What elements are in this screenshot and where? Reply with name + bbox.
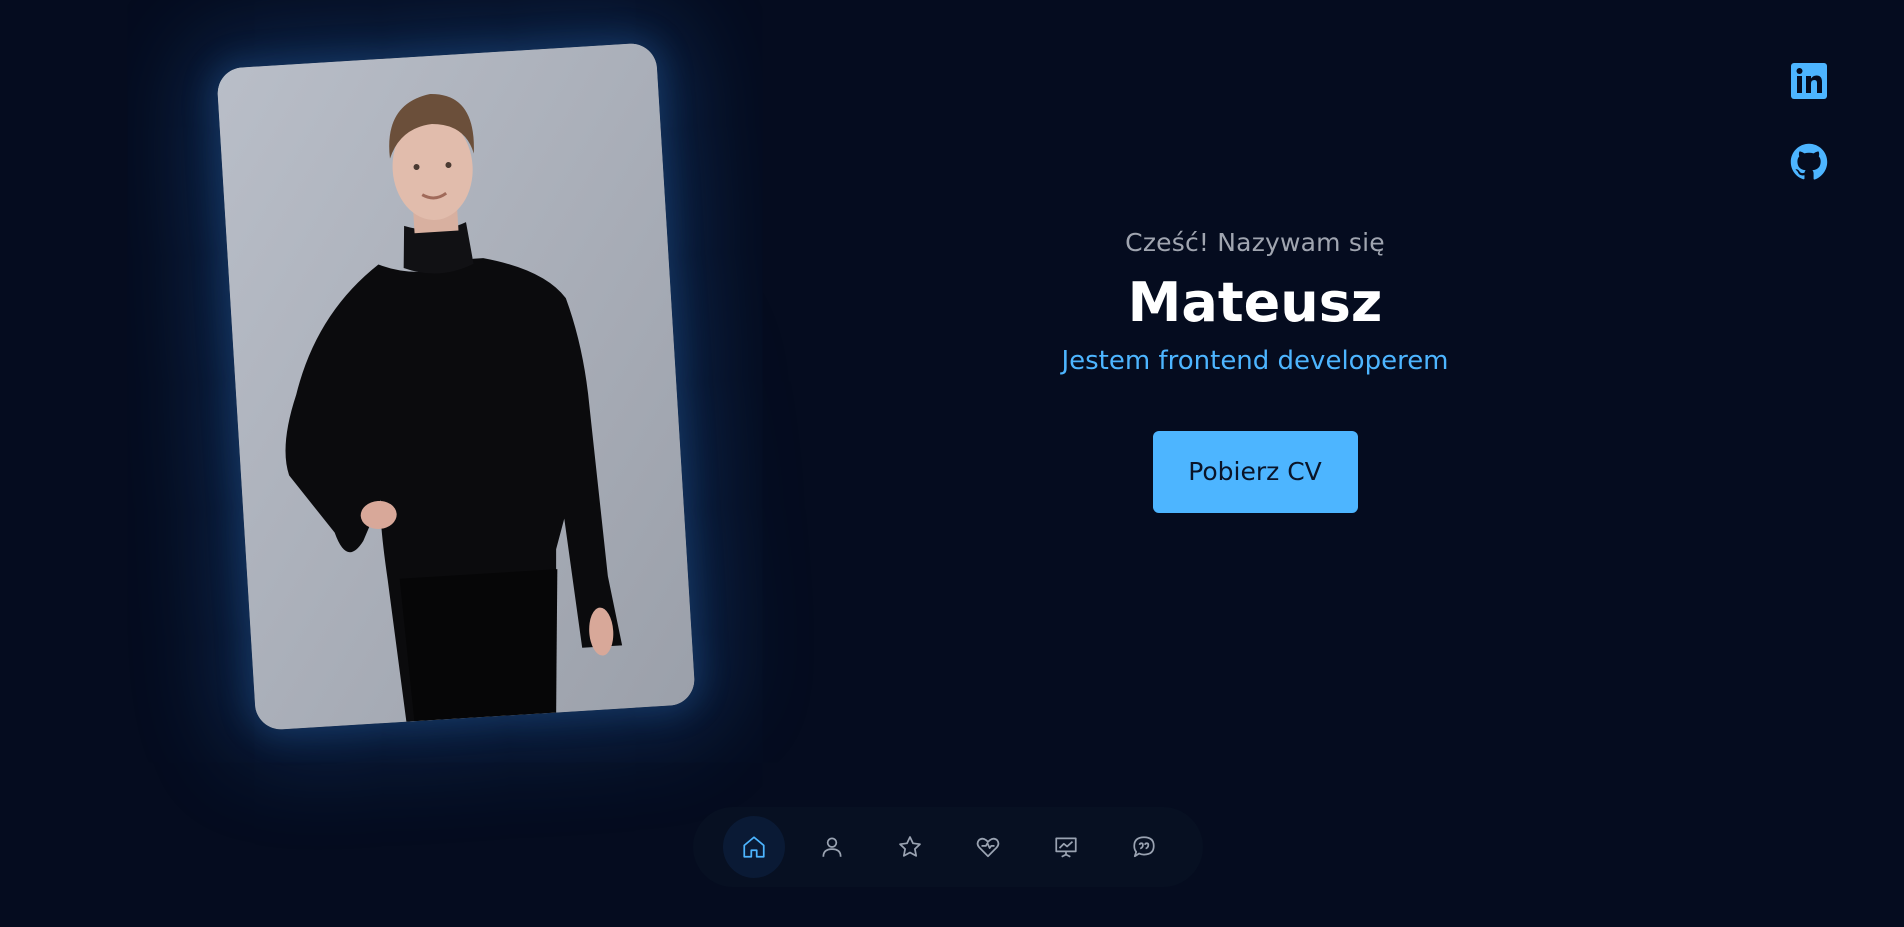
hero-section: Cześć! Nazywam się Mateusz Jestem fronte… [1020,228,1490,513]
linkedin-icon [1791,63,1827,99]
presentation-icon [1055,837,1077,858]
github-icon [1790,143,1828,180]
nav-projects[interactable] [1035,816,1097,878]
home-icon [743,836,765,858]
heart-icon [976,837,1000,858]
linkedin-link[interactable] [1790,62,1828,100]
portfolio-page: Cześć! Nazywam się Mateusz Jestem fronte… [0,0,1904,927]
nav-skills[interactable] [879,816,941,878]
github-link[interactable] [1790,143,1828,181]
nav-home[interactable] [723,816,785,878]
hero-role: Jestem frontend developerem [1061,346,1449,376]
user-icon [822,837,842,857]
nav-contact[interactable] [1113,816,1175,878]
greeting-text: Cześć! Nazywam się [1125,228,1385,257]
nav-about[interactable] [801,816,863,878]
portrait-illustration [216,42,696,731]
star-icon [899,836,921,857]
hero-name: Mateusz [1127,271,1383,334]
nav-interests[interactable] [957,816,1019,878]
bottom-navigation [693,807,1203,887]
portrait-photo [216,42,696,731]
chat-icon [1133,836,1155,858]
download-cv-button[interactable]: Pobierz CV [1152,431,1358,513]
